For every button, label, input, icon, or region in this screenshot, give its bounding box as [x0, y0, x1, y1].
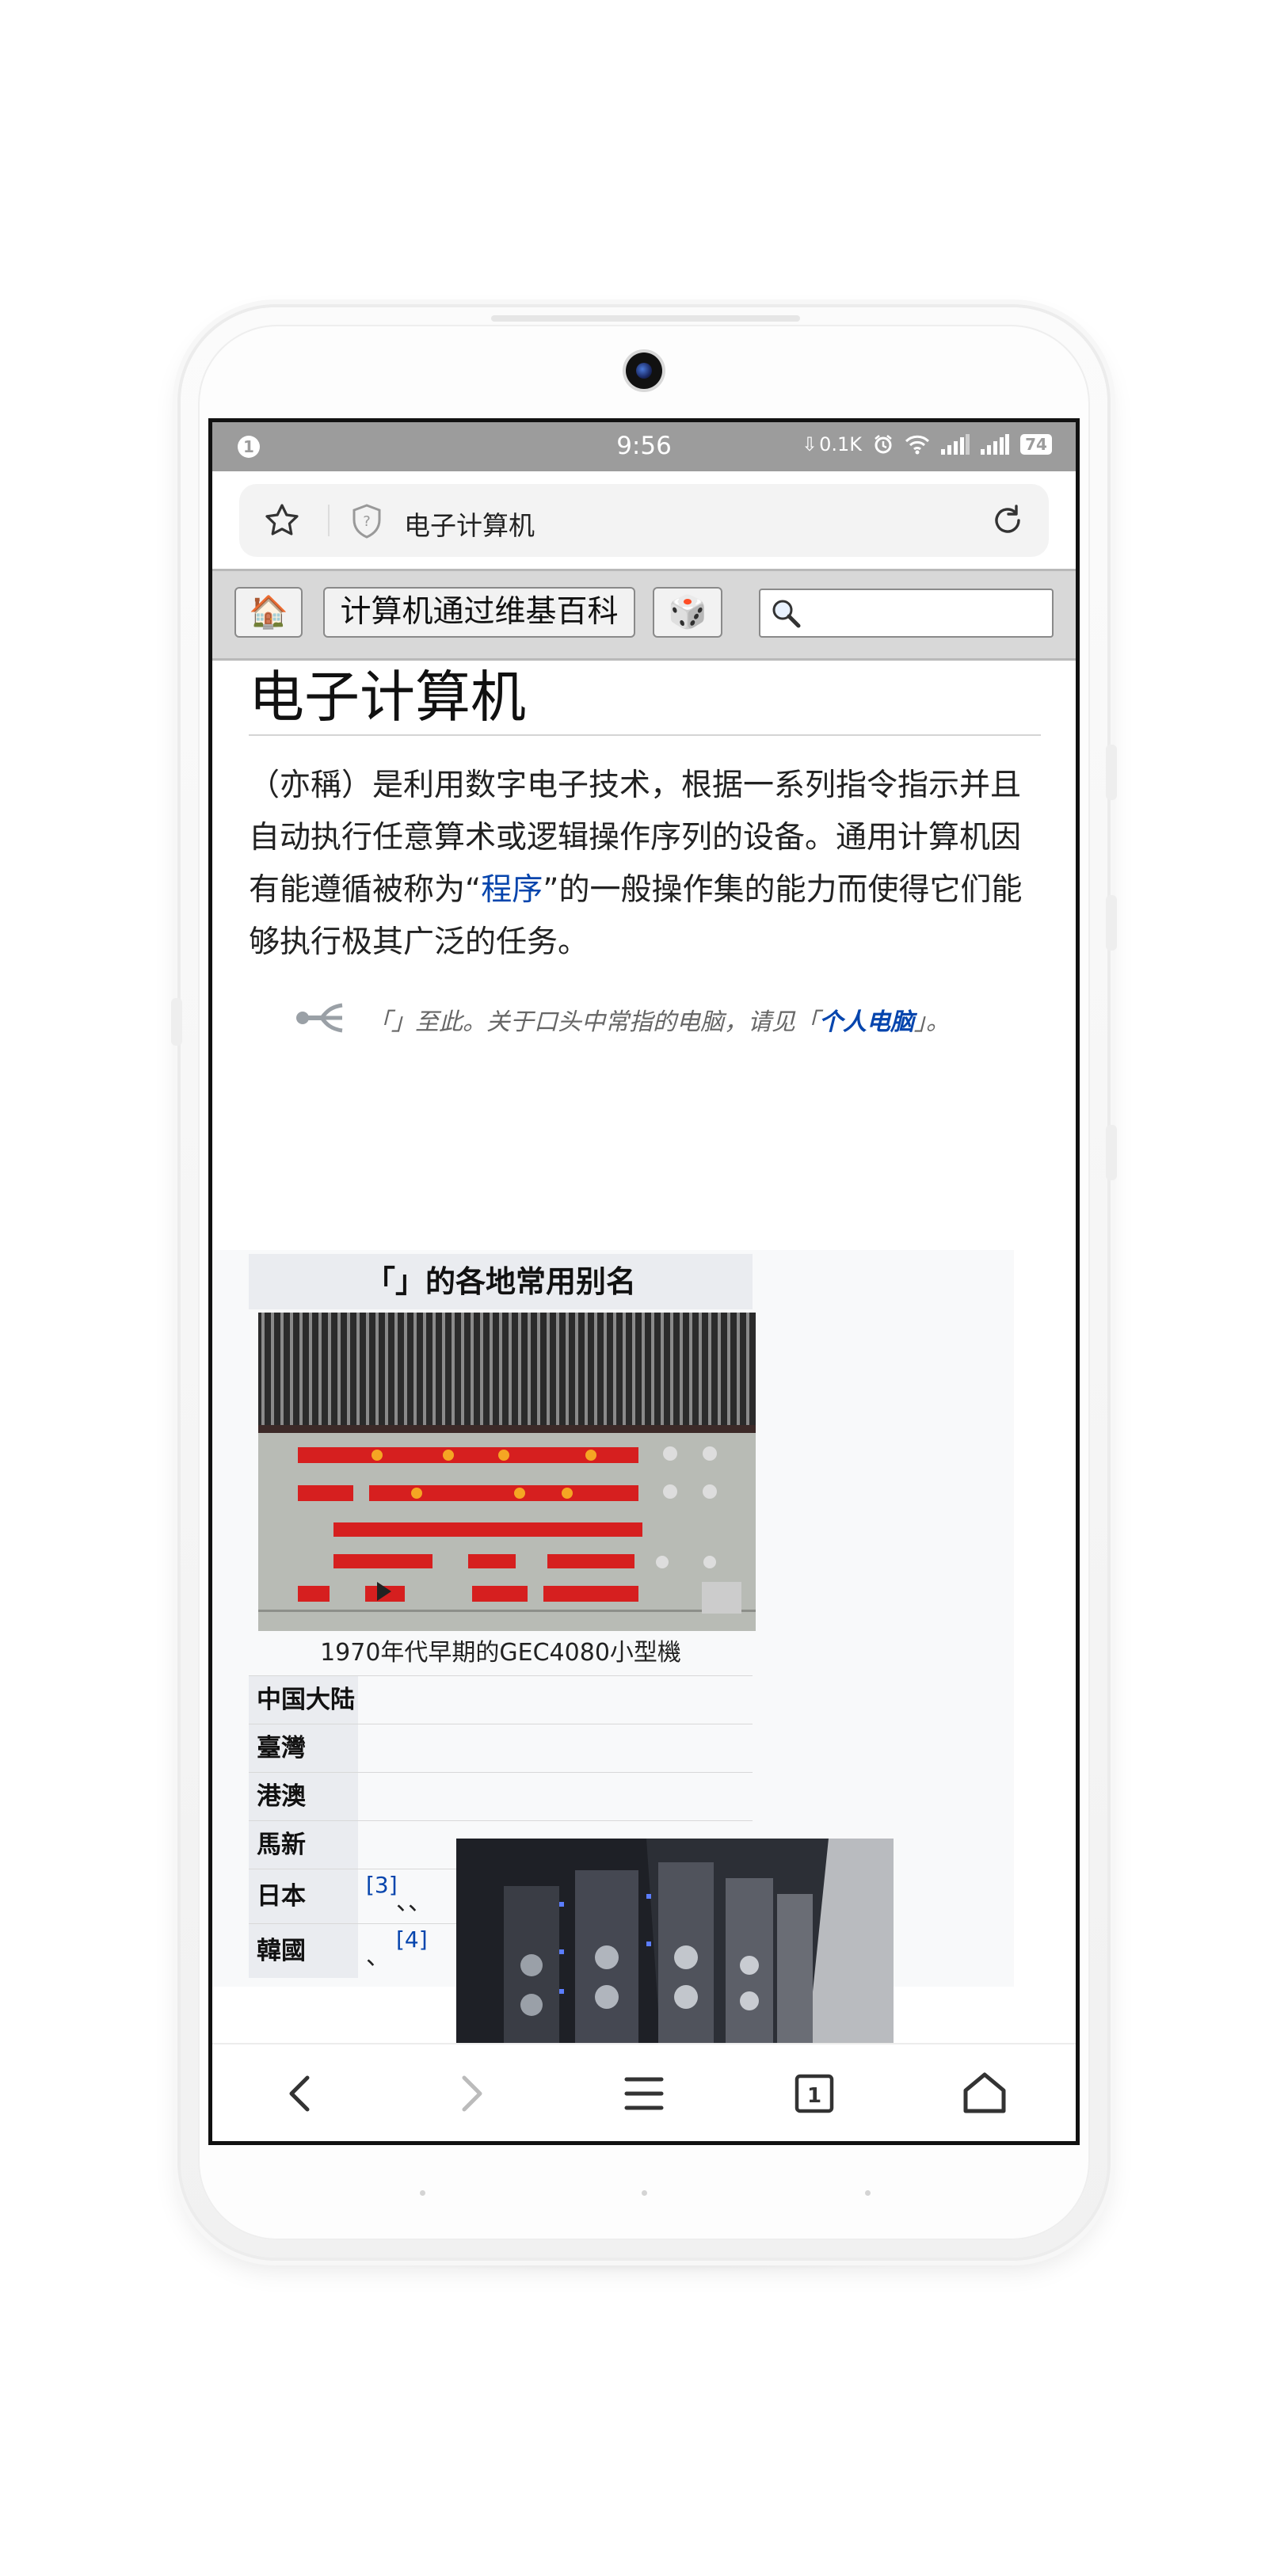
- infobox-row-value: [358, 1676, 753, 1724]
- infobox-row: 港澳: [249, 1773, 753, 1821]
- battery-icon: 74: [1020, 434, 1052, 455]
- hatnote-post: 」。: [914, 1008, 950, 1036]
- forward-icon[interactable]: [439, 2062, 502, 2125]
- reload-icon[interactable]: [989, 501, 1027, 539]
- reference-link[interactable]: [3]: [366, 1858, 398, 1912]
- infobox-row: 臺灣: [249, 1724, 753, 1773]
- bottom-dot: [865, 2190, 871, 2196]
- signal-icon: [941, 434, 970, 455]
- tabs-icon[interactable]: 1: [783, 2062, 846, 2125]
- earpiece: [491, 315, 800, 322]
- disambiguation-icon: [296, 1003, 343, 1033]
- hatnote-pre: 「」至此。关于口头中常指的电脑，请见「: [368, 1008, 819, 1036]
- front-camera: [626, 352, 662, 389]
- net-speed: 0.1K: [819, 433, 862, 455]
- search-input[interactable]: [759, 589, 1054, 638]
- personal-computer-link[interactable]: 个人电脑: [819, 1008, 914, 1036]
- bottom-dot: [642, 2190, 647, 2196]
- page-title: 电子计算机: [249, 660, 1041, 736]
- site-title-button[interactable]: 计算机通过维基百科: [323, 587, 635, 638]
- infobox-row-label: 港澳: [249, 1773, 358, 1820]
- minicomputer-panel-image: [258, 1313, 756, 1631]
- server-racks-image[interactable]: [456, 1839, 894, 2068]
- back-icon[interactable]: [269, 2062, 333, 2125]
- volume-up-button: [1106, 745, 1117, 800]
- infobox-row-label: 中国大陆: [249, 1676, 358, 1724]
- infobox-row-value: [358, 1724, 753, 1772]
- bookmark-star-icon[interactable]: [263, 501, 301, 539]
- home-icon[interactable]: [953, 2062, 1016, 2125]
- site-header: 🏠 计算机通过维基百科 🎲: [212, 569, 1076, 661]
- infobox-row-label: 臺灣: [249, 1724, 358, 1772]
- shield-icon[interactable]: ?: [350, 503, 383, 539]
- phone-screen: 1 9:56 ⇩ 0.1K 74 ? 电子计算机 🏠 计算机通过维基百科 🎲 电…: [212, 422, 1076, 2141]
- search-icon: [772, 600, 801, 628]
- infobox-image-caption: 1970年代早期的GEC4080小型機: [249, 1631, 753, 1676]
- infobox-caption: 「」的各地常用别名: [249, 1254, 753, 1309]
- lead-paragraph: （亦稱）是利用数字电子技术，根据一系列指令指示并且自动执行任意算术或逻辑操作序列…: [249, 760, 1041, 969]
- home-button[interactable]: 🏠: [234, 587, 303, 638]
- svg-text:?: ?: [363, 513, 371, 530]
- address-bar-container: ? 电子计算机: [212, 471, 1076, 558]
- wifi-icon: [905, 434, 930, 455]
- bottom-navigation: 1: [212, 2043, 1076, 2141]
- menu-icon[interactable]: [612, 2062, 676, 2125]
- address-divider: [328, 505, 330, 536]
- bottom-dot: [420, 2190, 425, 2196]
- infobox-row-label: 日本: [249, 1869, 358, 1923]
- reference-link[interactable]: [4]: [396, 1913, 428, 1967]
- program-link[interactable]: 程序: [481, 872, 543, 908]
- gec4080-image[interactable]: [258, 1313, 756, 1631]
- random-article-button[interactable]: 🎲: [653, 587, 722, 638]
- side-key: [171, 998, 182, 1046]
- article-body: 电子计算机 （亦稱）是利用数字电子技术，根据一系列指令指示并且自动执行任意算术或…: [249, 660, 1041, 1042]
- svg-text:1: 1: [807, 2084, 821, 2108]
- server-racks-picture: [456, 1839, 894, 2068]
- infobox-row-value: [358, 1773, 753, 1820]
- power-button: [1106, 1125, 1117, 1180]
- volume-down-button: [1106, 895, 1117, 951]
- infobox-row: 中国大陆: [249, 1676, 753, 1724]
- status-icons: ⇩ 0.1K 74: [802, 433, 1052, 455]
- address-title[interactable]: 电子计算机: [404, 505, 535, 543]
- alarm-icon: [873, 434, 894, 455]
- hatnote-text: 「」至此。关于口头中常指的电脑，请见「个人电脑」。: [368, 1002, 950, 1037]
- download-speed-icon: ⇩: [801, 433, 818, 455]
- infobox-value-text: 、: [366, 1943, 390, 1971]
- address-bar[interactable]: ? 电子计算机: [239, 484, 1049, 557]
- infobox-row-label: 馬新: [249, 1821, 358, 1869]
- hatnote: 「」至此。关于口头中常指的电脑，请见「个人电脑」。: [249, 994, 1041, 1042]
- infobox-row-label: 韓國: [249, 1924, 358, 1978]
- signal-icon: [981, 434, 1009, 455]
- status-bar: 1 9:56 ⇩ 0.1K 74: [212, 422, 1076, 471]
